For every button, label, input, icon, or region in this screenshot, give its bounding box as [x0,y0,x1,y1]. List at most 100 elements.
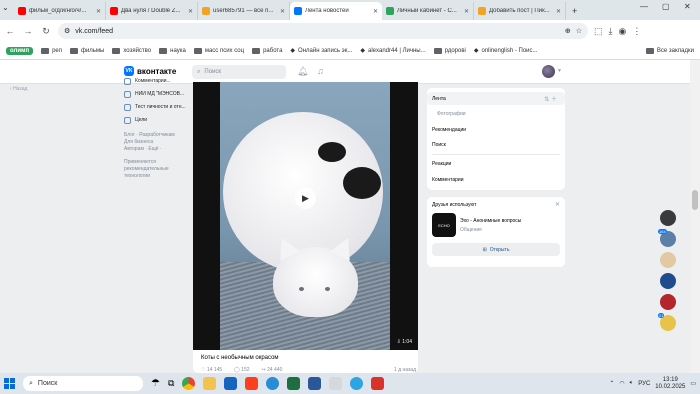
browser-tab[interactable]: Два нуля / Double Z... ✕ [106,2,198,20]
left-nav-item[interactable]: НИИ МД "МЭНСОВ... [124,91,188,98]
vk-logo[interactable]: VK вконтакте [124,66,176,76]
filter-photos[interactable]: Фотографии [437,111,466,117]
all-bookmarks-link[interactable]: Все закладки [645,47,694,54]
filter-feed[interactable]: Лента [432,96,446,102]
user-avatar[interactable] [542,65,555,78]
browser-tab[interactable]: user685791 — все п... ✕ [198,2,290,20]
bookmark-item[interactable]: фильмы [70,47,104,54]
filter-search[interactable]: Поиск [432,142,446,148]
browser-tab[interactable]: фильм_о/д/и/н/о/ч/... ✕ [14,2,106,20]
notifications-icon[interactable]: ▭ [690,380,696,387]
bookmark-item[interactable]: олимп [6,46,34,55]
app-taskbar-icon[interactable] [329,377,343,390]
excel-taskbar-icon[interactable] [287,377,301,390]
bookmark-item[interactable]: реп [41,47,62,54]
close-tab-icon[interactable]: ✕ [280,8,285,15]
close-tab-icon[interactable]: ✕ [556,8,561,15]
page-scrollbar[interactable] [690,60,700,373]
browser-tab[interactable]: Личный кабинет - С... ✕ [382,2,474,20]
post-caption[interactable]: Коты с необычным окрасом [201,355,279,361]
left-nav-item[interactable]: Тест личности и отн... [124,104,188,111]
back-link[interactable]: ‹ Назад [10,86,27,92]
left-nav-item[interactable]: Комментарии... [124,78,188,85]
browser-tab[interactable]: Лента новостей ✕ [290,2,382,20]
bookmark-item[interactable]: ◆ Онлайн запись эк... [290,47,352,55]
address-bar[interactable]: ⚙ vk.com/feed ⊕ ☆ [58,23,588,39]
pdf-taskbar-icon[interactable] [371,377,385,390]
tab-search-icon[interactable]: ⌄ [2,3,9,12]
weather-umbrella-icon[interactable]: ☂ [151,378,160,389]
tray-chevron-icon[interactable]: ⌃ [609,380,614,387]
left-nav-item[interactable]: Цели [124,117,188,124]
music-icon[interactable]: ♫ [317,66,324,76]
notifications-bell-icon[interactable]: 🔔︎ [297,66,308,77]
close-tab-icon[interactable]: ✕ [464,8,469,15]
footer-note[interactable]: Применяются рекомендательные технологии [124,159,188,180]
maximize-icon[interactable]: ▢ [662,2,670,11]
feed-filter-menu: ⇅ ＋ Лента Фотографии Рекомендации Поиск … [427,88,565,190]
downloads-icon[interactable]: ⤓ [609,26,613,37]
windows-start-icon[interactable] [4,378,15,389]
bookmark-item[interactable]: рдорові [433,47,466,54]
browser-tab[interactable]: Добавить пост | Пик... ✕ [474,2,566,20]
close-tab-icon[interactable]: ✕ [373,8,378,15]
close-tab-icon[interactable]: ✕ [188,8,193,15]
chevron-down-icon[interactable]: ▼ [557,68,562,74]
friend-avatar[interactable] [660,210,676,226]
footer-line-1[interactable]: Блог · Разработчикам [124,132,188,139]
close-icon[interactable]: ✕ [555,201,560,208]
menu-icon[interactable]: ⋮ [632,26,641,37]
close-tab-icon[interactable]: ✕ [96,8,101,15]
friend-avatar[interactable]: 21 [658,313,676,331]
chrome-taskbar-icon[interactable] [182,377,196,390]
bookmark-item[interactable]: работа [252,47,282,54]
word-taskbar-icon[interactable] [308,377,322,390]
close-window-icon[interactable]: ✕ [684,2,691,11]
back-arrow-icon[interactable]: ← [4,26,16,36]
outlook-taskbar-icon[interactable] [224,377,238,390]
scroll-thumb[interactable] [692,190,698,210]
task-view-icon[interactable]: ⧉ [168,378,174,389]
clock[interactable]: 13:19 10.02.2025 [655,377,685,391]
play-button[interactable]: ▶ [295,188,316,209]
network-icon[interactable]: ◠ [619,380,624,387]
edge-taskbar-icon[interactable] [266,377,280,390]
zoom-icon[interactable]: ⊕ [565,27,571,35]
footer-line-3[interactable]: Авторам · Ещё · [124,146,188,153]
extensions-icon[interactable]: ⬚ [594,26,603,37]
bookmark-item[interactable]: ◆ onlinenglish - Поис... [474,47,538,55]
filter-recommendations[interactable]: Рекомендации [432,127,466,133]
taskbar-search[interactable]: ⌕ Поиск [23,376,143,391]
minimize-icon[interactable]: — [640,2,648,11]
bookmark-item[interactable]: ◆ alexandr44 | Личны... [360,47,425,55]
explorer-taskbar-icon[interactable] [203,377,217,390]
friend-avatar[interactable] [660,252,676,268]
filter-settings-icon[interactable]: ⇅ ＋ [544,94,557,103]
bookmark-star-icon[interactable]: ☆ [576,27,582,35]
bookmark-item[interactable]: хозяйство [112,47,151,54]
app-name[interactable]: Эхо - Анонимные вопросы [460,218,521,224]
friend-avatar[interactable] [660,294,676,310]
friend-avatar[interactable] [660,273,676,289]
footer-line-2[interactable]: Для бизнеса [124,139,188,146]
profile-icon[interactable]: ◉ [619,26,627,37]
bookmark-label: onlinenglish - Поис... [481,47,538,54]
bookmark-item[interactable]: масс псих соц [193,47,244,54]
bookmark-item[interactable]: наука [159,47,186,54]
volume-icon[interactable]: 🔈︎ [630,380,634,387]
reload-icon[interactable]: ↻ [40,26,52,37]
echo-app-icon[interactable]: ECHO [432,213,456,237]
site-info-icon[interactable]: ⚙ [64,27,70,35]
post-video[interactable]: ▶ ⇩ 1:04 [193,82,418,350]
open-app-button[interactable]: ⊞ Открыть [432,243,560,256]
vk-search-input[interactable]: ⌕ Поиск [192,65,286,79]
yandex-taskbar-icon[interactable] [245,377,259,390]
new-tab-button[interactable]: + [572,2,577,20]
telegram-taskbar-icon[interactable] [350,377,364,390]
friend-avatar[interactable]: 164 [658,229,676,247]
filter-comments[interactable]: Комментарии [432,177,464,183]
tab-label: Добавить пост | Пик... [489,8,550,14]
filter-reactions[interactable]: Реакции [432,161,451,167]
forward-arrow-icon[interactable]: → [22,26,34,36]
language-indicator[interactable]: РУС [638,381,650,387]
